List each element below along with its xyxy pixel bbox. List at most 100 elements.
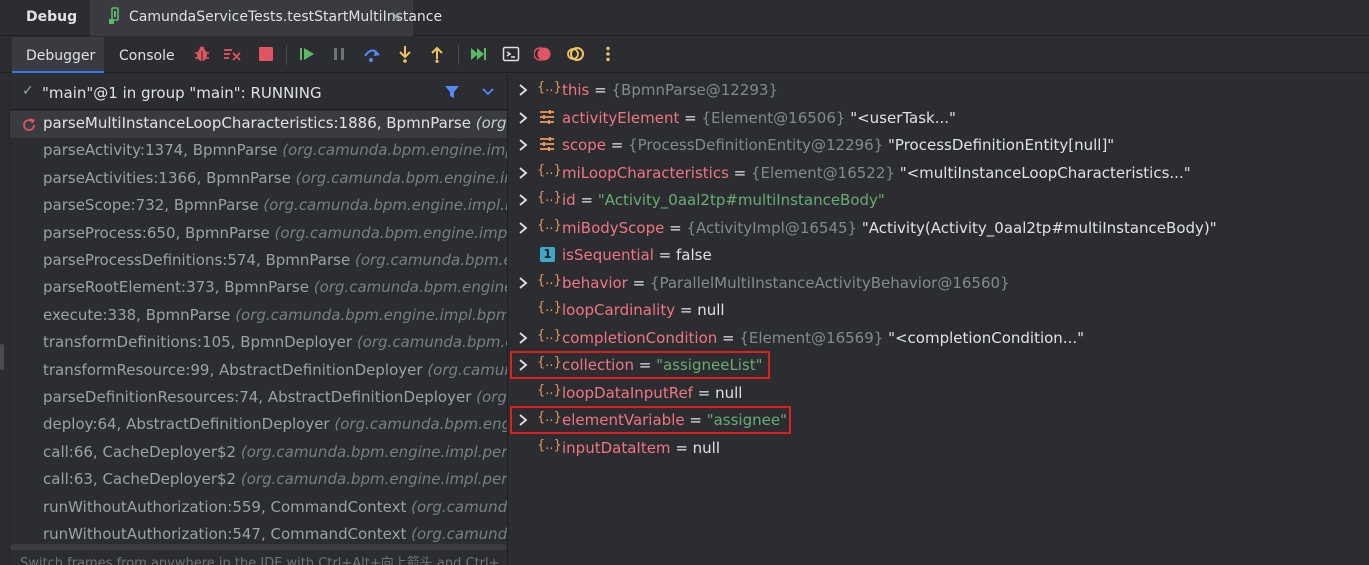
chevron-right-icon[interactable] [518,111,528,124]
variable-row[interactable]: {..} completionCondition = {Element@16569… [508,324,1369,352]
frame-method: execute:338, BpmnParse [43,305,231,324]
equals-operator: = [675,301,698,319]
stack-frame[interactable]: parseActivity:1374, BpmnParse (org.camun… [10,138,507,165]
variable-name: behavior [562,273,628,292]
frames-list: parseMultiInstanceLoopCharacteristics:18… [10,111,507,543]
resume-icon[interactable] [298,45,316,63]
chevron-right-icon[interactable] [518,166,528,179]
variable-type: {Element@16569} [739,328,884,347]
variable-value: "<userTask..." [845,108,956,127]
frame-method: parseActivities:1366, BpmnParse [43,168,291,187]
test-run-icon [109,7,119,24]
mute-all-breakpoints-icon[interactable] [567,45,585,63]
stack-frame[interactable]: call:63, CacheDeployer$2 (org.camunda.bp… [10,467,507,494]
horizontal-scrollbar[interactable] [10,544,507,550]
frame-method: transformDefinitions:105, BpmnDeployer [43,333,353,352]
object-value-icon: {..} [537,80,562,95]
chevron-right-icon[interactable] [518,84,528,96]
step-into-icon[interactable] [396,45,414,63]
equals-operator: = [692,383,716,402]
frames-hint-text: Switch frames from anywhere in the IDE w… [20,556,500,565]
variable-text: completionCondition = {Element@16569} "<… [562,329,1084,347]
field-list-icon [540,137,554,151]
variable-value: "<completionCondition..." [883,328,1085,347]
chevron-right-icon[interactable] [518,221,528,234]
mute-breakpoints-icon[interactable] [223,45,241,63]
pause-icon[interactable] [330,45,348,63]
stack-frame[interactable]: parseActivities:1366, BpmnParse (org.cam… [10,166,507,193]
frame-package: (org.camunda.bpm.engine.impl.persis [240,470,507,489]
gutter-handle[interactable] [0,344,4,370]
chevron-right-icon[interactable] [518,139,528,151]
variables-panel: {..} this = {BpmnParse@12293} activityElem… [508,74,1369,565]
variable-value: null [697,301,725,319]
frame-package: (org.camunda.bpm.engine.impl.b [274,223,507,242]
variable-value: false [676,246,712,264]
frame-method: parseMultiInstanceLoopCharacteristics:18… [43,114,471,132]
stop-icon[interactable] [257,45,275,63]
run-to-cursor-icon[interactable] [469,45,487,63]
variable-type: {ProcessDefinitionEntity@12296} [628,136,884,154]
frame-method: call:66, CacheDeployer$2 [43,442,237,461]
frame-package: (org.camunda.bpm.engine.imp [295,168,507,187]
variable-row[interactable]: {..} id = "Activity_0aal2tp#multiInstance… [508,186,1369,214]
tab-debug-session[interactable]: CamundaServiceTests.testStartMultiInstan… [90,0,442,36]
step-out-icon[interactable] [428,45,446,63]
chevron-down-icon[interactable] [482,87,494,97]
stack-frame[interactable]: call:66, CacheDeployer$2 (org.camunda.bp… [10,440,507,467]
variable-text: behavior = {ParallelMultiInstanceActivit… [562,274,1010,292]
stack-frame[interactable]: parseScope:732, BpmnParse (org.camunda.b… [10,193,507,220]
debug-tool-window-title: Debug [26,9,78,25]
variable-text: id = "Activity_0aal2tp#multiInstanceBody… [562,191,885,209]
rerun-debug-icon[interactable] [193,45,211,63]
stack-frame[interactable]: parseProcess:650, BpmnParse (org.camunda… [10,221,507,248]
stack-frame[interactable]: parseMultiInstanceLoopCharacteristics:18… [10,111,507,139]
thread-selector[interactable]: ✓ "main"@1 in group "main": RUNNING [10,74,507,110]
chevron-right-icon[interactable] [518,276,528,289]
stack-frame[interactable]: deploy:64, AbstractDefinitionDeployer (o… [10,412,507,439]
stack-frame[interactable]: execute:338, BpmnParse (org.camunda.bpm.… [10,303,507,330]
view-breakpoints-icon[interactable] [534,45,552,63]
scrollbar-thumb[interactable] [10,544,507,550]
frame-method: call:63, CacheDeployer$2 [43,470,237,489]
variable-name: id [562,191,576,209]
primitive-value-icon: 1 [540,247,555,262]
variable-row[interactable]: {..} miLoopCharacteristics = {Element@165… [508,159,1369,187]
variable-row[interactable]: {..} inputDataItem = null [508,434,1369,462]
equals-operator: = [679,108,702,127]
frame-package: (org. [475,114,507,132]
equals-operator: = [717,328,740,347]
filter-icon[interactable] [444,84,460,100]
tab-console[interactable]: Console [104,37,184,73]
equals-operator: = [575,191,598,209]
chevron-right-icon[interactable] [518,194,528,206]
more-options-icon[interactable] [599,45,617,63]
variable-row[interactable]: 1 isSequential = false [508,241,1369,269]
variable-name: loopCardinality [562,301,676,319]
frame-package: (org.camunda.bpm.engine.i [313,278,507,297]
stack-frame[interactable]: parseProcessDefinitions:574, BpmnParse (… [10,248,507,275]
stack-frame[interactable]: transformResource:99, AbstractDefinition… [10,358,507,385]
variable-row[interactable]: {..} loopDataInputRef = null [508,379,1369,407]
tab-debugger[interactable]: Debugger [12,37,104,73]
frame-package: (org.camunda.bpm.engine.impl.bp [263,196,507,215]
variable-row[interactable]: scope = {ProcessDefinitionEntity@12296} … [508,131,1369,159]
evaluate-expression-icon[interactable] [502,45,520,63]
object-value-icon: {..} [537,162,562,178]
chevron-right-icon[interactable] [518,331,528,344]
variable-row[interactable]: {..} behavior = {ParallelMultiInstanceAct… [508,269,1369,297]
variable-row[interactable]: {..} miBodyScope = {ActivityImpl@16545} "… [508,214,1369,242]
stack-frame[interactable]: runWithoutAuthorization:559, CommandCont… [10,495,507,522]
variable-row[interactable]: {..} loopCardinality = null [508,296,1369,324]
stack-frame[interactable]: parseRootElement:373, BpmnParse (org.cam… [10,275,507,302]
variable-row[interactable]: {..} this = {BpmnParse@12293} [508,76,1369,104]
left-gutter [0,74,10,565]
debug-toolbar: Debugger Console [0,37,1369,73]
variable-row[interactable]: activityElement = {Element@16506} "<user… [508,104,1369,132]
step-over-icon[interactable] [363,45,381,63]
close-icon[interactable]: ✕ [390,8,403,26]
frame-method: parseProcess:650, BpmnParse [43,223,270,242]
stack-frame[interactable]: parseDefinitionResources:74, AbstractDef… [10,385,507,412]
stack-frame[interactable]: runWithoutAuthorization:547, CommandCont… [10,522,507,543]
stack-frame[interactable]: transformDefinitions:105, BpmnDeployer (… [10,330,507,357]
